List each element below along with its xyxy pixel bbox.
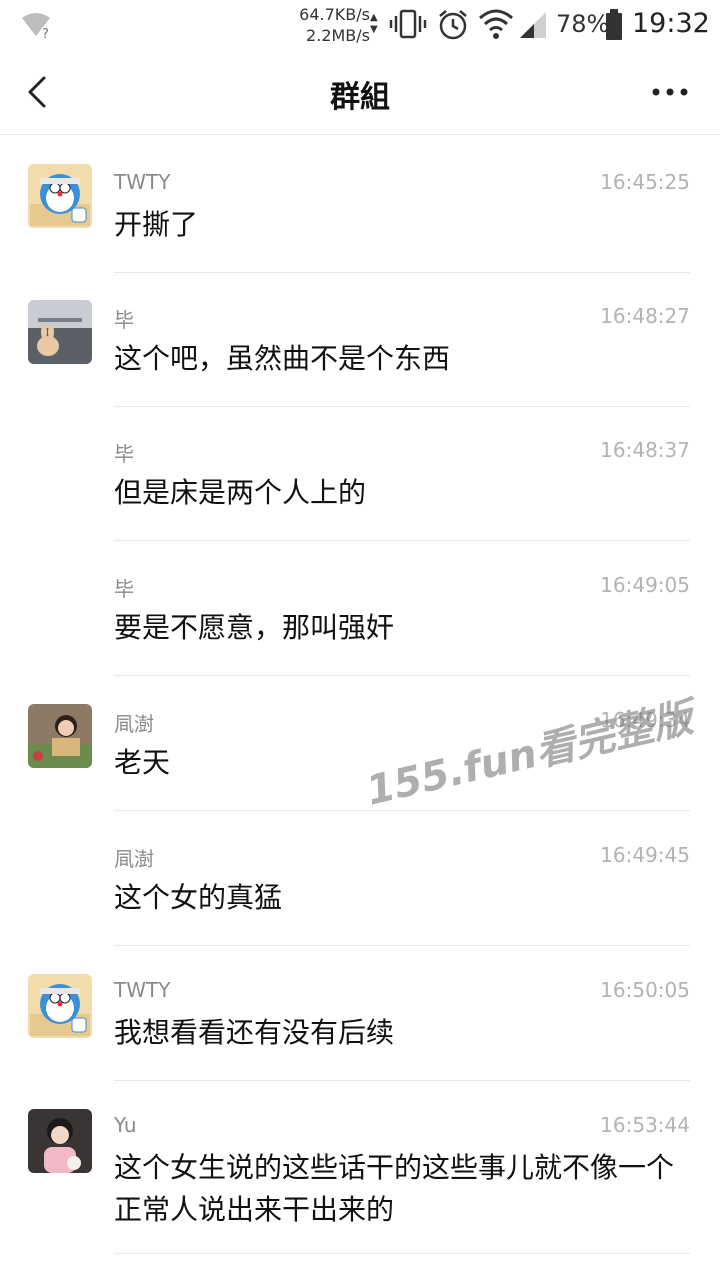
sender-name: 凬澍 [114,847,154,871]
girl-pink-avatar-image [28,1109,92,1173]
rabbit-avatar-image [28,300,92,364]
avatar[interactable] [28,974,92,1038]
clock: 19:32 [632,8,710,39]
top-navigation-bar: 群組 [0,50,720,135]
avatar[interactable] [28,164,92,228]
battery-percent: 78% [556,10,610,38]
message-time: 16:49:05 [600,573,690,597]
battery-icon [606,9,622,40]
sender-name: 毕 [114,577,134,601]
avatar[interactable] [28,1109,92,1173]
upload-speed: 2.2MB/s [306,26,370,45]
message-text: 但是床是两个人上的 [114,476,367,509]
message-time: 16:45:25 [600,170,690,194]
message-item[interactable]: 毕 16:48:37 但是床是两个人上的 [0,406,720,542]
avatar[interactable] [28,704,92,768]
doraemon-avatar-image [28,164,92,228]
girl-reading-avatar-image [28,704,92,768]
speed-arrows-icon: ▲ ▼ [370,12,378,35]
divider [114,1253,690,1254]
more-horizontal-icon[interactable] [650,82,690,102]
svg-text:?: ? [42,27,49,40]
message-item[interactable]: Yu 16:53:44 这个女生说的这些话干的这些事儿就不像一个正常人说出来干出… [0,1081,720,1259]
message-time: 16:50:05 [600,978,690,1002]
wifi-question-icon: ? [22,13,50,40]
signal-icon [520,12,546,38]
message-item[interactable]: 毕 16:49:05 要是不愿意，那叫强奸 [0,541,720,677]
sender-name: TWTY [114,170,171,194]
sender-name: 毕 [114,442,134,466]
message-item[interactable]: TWTY 16:45:25 开撕了 [0,136,720,274]
network-speed: 64.7KB/s 2.2MB/s [292,4,370,46]
sender-name: TWTY [114,978,171,1002]
message-text: 要是不愿意，那叫强奸 [114,611,395,644]
avatar[interactable] [28,300,92,364]
message-text: 开撕了 [114,208,199,241]
alarm-icon [439,10,467,40]
message-time: 16:48:37 [600,438,690,462]
message-item[interactable]: 凬澍 16:49:45 这个女的真猛 [0,811,720,947]
message-text: 这个吧，虽然曲不是个东西 [114,342,451,375]
message-time: 16:49:45 [600,843,690,867]
status-bar: ? 64.7KB/s 2.2MB/s ▲ ▼ 78% 19:32 [0,0,720,50]
doraemon-avatar-image [28,974,92,1038]
vibrate-icon [389,9,427,39]
sender-name: Yu [114,1113,137,1137]
message-time: 16:48:27 [600,304,690,328]
message-text: 这个女生说的这些话干的这些事儿就不像一个正常人说出来干出来的 [114,1151,675,1226]
wifi-icon [479,9,513,39]
download-speed: 64.7KB/s [299,5,370,24]
sender-name: 凬澍 [114,712,154,736]
message-time: 16:53:44 [600,1113,690,1137]
sender-name: 毕 [114,308,134,332]
message-item[interactable]: 毕 16:48:27 这个吧，虽然曲不是个东西 [0,272,720,408]
message-text: 我想看看还有没有后续 [114,1016,395,1049]
message-item[interactable]: TWTY 16:50:05 我想看看还有没有后续 [0,946,720,1082]
message-text: 这个女的真猛 [114,881,283,914]
page-title: 群組 [330,80,390,115]
